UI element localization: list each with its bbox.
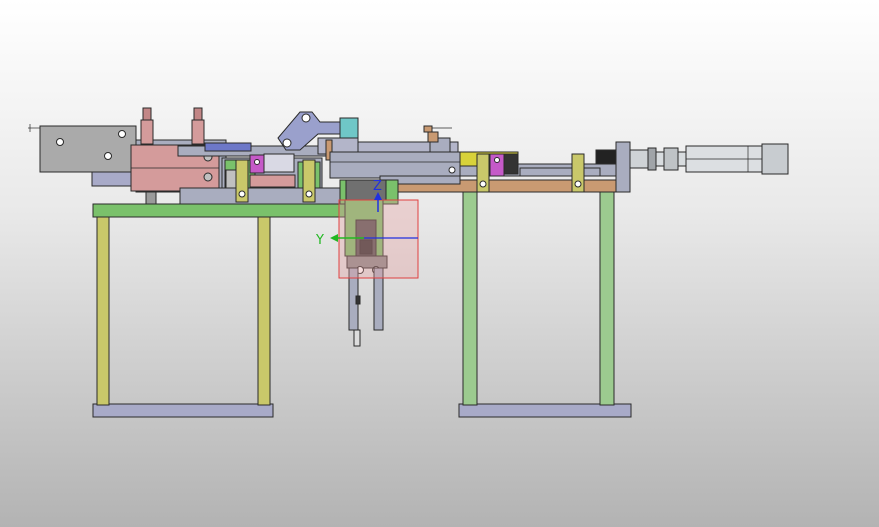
triad-z-label: Z [373, 179, 382, 194]
cylinder-end-cap[interactable] [761, 143, 789, 175]
left-frame-top-rail[interactable] [92, 203, 351, 218]
right-leg-front[interactable] [462, 189, 478, 406]
right-frame-base[interactable] [458, 403, 632, 418]
triad-y-label: Y [315, 233, 324, 248]
air-fitting-1[interactable] [140, 119, 154, 145]
horizontal-slide-rail[interactable] [329, 151, 461, 179]
cad-viewport[interactable]: Y Z [0, 0, 879, 527]
left-end-block[interactable] [28, 124, 137, 187]
left-frame[interactable] [92, 203, 351, 418]
left-frame-base[interactable] [92, 403, 274, 418]
left-leg-front[interactable] [96, 214, 110, 406]
machine-assembly-model[interactable]: Y Z [0, 0, 879, 527]
air-fitting-2[interactable] [191, 119, 205, 145]
left-leg-back[interactable] [257, 214, 271, 406]
right-cylinder[interactable] [629, 143, 789, 175]
right-leg-back[interactable] [599, 189, 615, 406]
end-stop-plate[interactable] [615, 141, 631, 193]
right-frame[interactable] [395, 179, 632, 418]
